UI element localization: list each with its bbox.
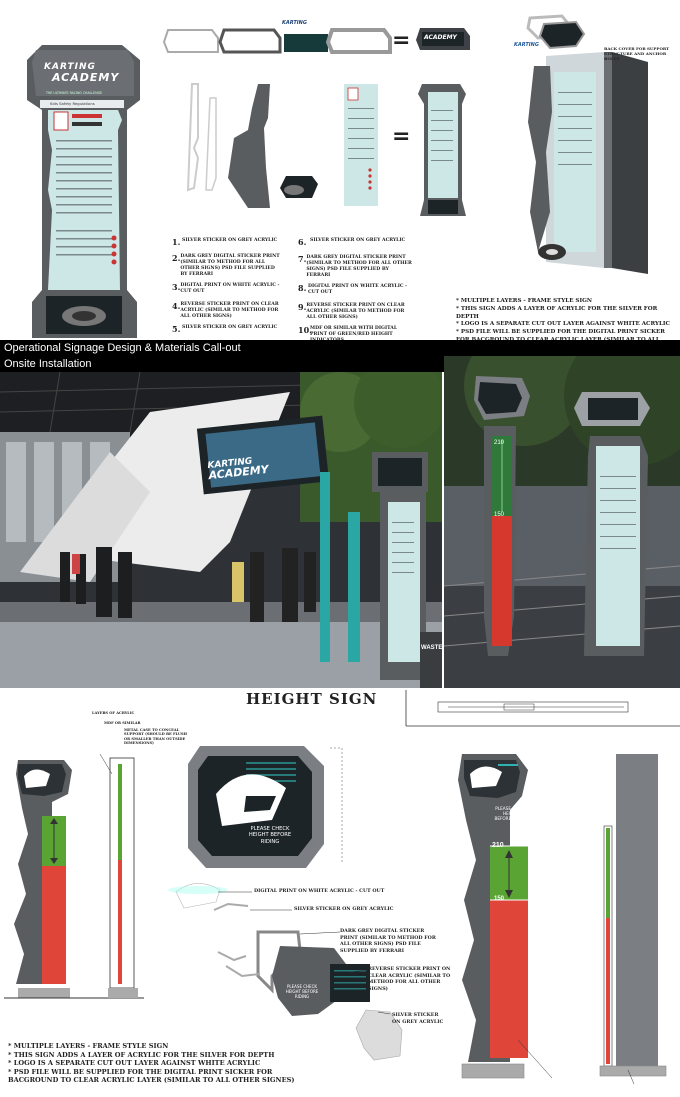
material-number: 2.: [172, 253, 181, 263]
header-layer-logo: KARTING: [282, 20, 328, 32]
callout-leader-lines: [218, 891, 390, 1015]
large-view-mark-150: 150: [494, 896, 505, 902]
material-number: 6.: [298, 237, 307, 247]
material-text: DIGITAL PRINT ON WHITE ACRYLIC - CUT OUT: [308, 284, 408, 295]
note-line: * MULTIPLE LAYERS - FRAME STYLE SIGN: [8, 1042, 169, 1050]
mdf-label: MDF OR SIMILAR: [104, 721, 141, 725]
large-view-check-text: PLEASE CHECK HEIGHT BEFORE RIDING: [494, 806, 528, 822]
height-sign-title: HEIGHT SIGN: [246, 690, 378, 708]
track-photo-mark-150: 150: [494, 512, 505, 518]
material-number: 3.: [172, 282, 181, 292]
notes-bottom: * MULTIPLE LAYERS - FRAME STYLE SIGN * T…: [8, 1042, 318, 1085]
section-caption-install: Onsite Installation: [4, 358, 92, 370]
material-text: REVERSE STICKER PRINT ON CLEAR ACRYLIC (…: [180, 302, 279, 319]
height-sign-header-detail: [188, 746, 343, 868]
material-number: 1.: [172, 237, 181, 247]
material-item: 2. DARK GREY DIGITAL STICKER PRINT (SIMIL…: [172, 253, 280, 278]
material-text: SILVER STICKER ON GREY ACRYLIC: [310, 238, 406, 243]
exploded-body-layers: [186, 83, 378, 208]
large-view-mark-210: 210: [492, 842, 504, 849]
note-line: * LOGO IS A SEPARATE CUT OUT LAYER AGAIN…: [456, 321, 670, 328]
installation-photo-track: [444, 356, 680, 688]
material-item: 6. SILVER STICKER ON GREY ACRYLIC: [298, 237, 412, 247]
materials-list-right: 6. SILVER STICKER ON GREY ACRYLIC 7. DARK …: [298, 237, 412, 344]
material-item: 9. REVERSE STICKER PRINT ON CLEAR ACRYLIC…: [298, 302, 412, 321]
render-logo-text: KARTING: [514, 42, 539, 48]
main-sign-logo: KARTING ACADEMY: [44, 62, 120, 88]
logo-line2: ACADEMY: [52, 71, 120, 84]
assembled-header-logo-text: ACADEMY: [424, 34, 457, 41]
header-check-text: PLEASE CHECK HEIGHT BEFORE RIDING: [248, 826, 292, 845]
equals-sign-2: =: [392, 124, 411, 149]
waste-bin-label: WASTE: [421, 645, 443, 651]
height-sign-large-view: [458, 754, 667, 1084]
material-text: DARK GREY DIGITAL STICKER PRINT (SIMILAR…: [306, 255, 412, 278]
back-cover-note: BACK COVER FOR SUPPORT STRUCTURE AND ANC…: [604, 46, 670, 61]
callout-silver-sticker-2: SILVER STICKER ON GREY ACRYLIC: [392, 1012, 444, 1025]
assembled-header-logo: ACADEMY: [424, 34, 457, 41]
material-text: DARK GREY DIGITAL STICKER PRINT (SIMILAR…: [180, 254, 280, 277]
material-item: 8. DIGITAL PRINT ON WHITE ACRYLIC - CUT O…: [298, 283, 412, 296]
rules-heading: Kids Safety Regulations: [50, 101, 95, 106]
material-number: 7.: [298, 254, 307, 264]
assembled-body-sign: [418, 84, 466, 216]
material-number: 8.: [298, 283, 307, 293]
note-line: * MULTIPLE LAYERS - FRAME STYLE SIGN: [456, 298, 592, 304]
material-item: 3. DIGITAL PRINT ON WHITE ACRYLIC - CUT O…: [172, 282, 280, 295]
main-sign-tagline: THE ULTIMATE RACING CHALLENGE: [46, 91, 103, 95]
material-item: 1. SILVER STICKER ON GREY ACRYLIC: [172, 237, 280, 247]
note-line: * PSD FILE WILL BE SUPPLIED FOR THE DIGI…: [8, 1067, 295, 1085]
material-text: REVERSE STICKER PRINT ON CLEAR ACRYLIC (…: [306, 303, 405, 320]
layers-label: LAYERS OF ACRYLIC: [92, 711, 135, 715]
materials-list-left: 1. SILVER STICKER ON GREY ACRYLIC 2. DARK …: [172, 237, 280, 334]
header-layer-logo-text: KARTING: [282, 20, 307, 26]
material-text: SILVER STICKER ON GREY ACRYLIC: [182, 325, 278, 330]
material-number: 5.: [172, 324, 181, 334]
note-line: * THIS SIGN ADDS A LAYER OF ACRYLIC FOR …: [456, 305, 658, 320]
note-line: * LOGO IS A SEPARATE CUT OUT LAYER AGAIN…: [8, 1059, 261, 1068]
material-text: DIGITAL PRINT ON WHITE ACRYLIC - CUT OUT: [180, 283, 280, 294]
note-line: * THIS SIGN ADDS A LAYER OF ACRYLIC FOR …: [8, 1050, 275, 1059]
installation-photo-venue: [0, 372, 442, 688]
material-item: 4. REVERSE STICKER PRINT ON CLEAR ACRYLIC…: [172, 301, 280, 320]
equals-sign-1: =: [392, 28, 411, 53]
height-sign-front-view: [4, 754, 144, 999]
material-text: SILVER STICKER ON GREY ACRYLIC: [182, 238, 278, 243]
metal-case-label: METAL CASE TO CONCEAL SUPPORT (SHOULD BE…: [124, 728, 187, 746]
track-photo-mark-210: 210: [494, 440, 505, 446]
height-sign-plan-view: [405, 690, 680, 727]
section-caption-design: Operational Signage Design & Materials C…: [4, 342, 241, 354]
material-item: 5. SILVER STICKER ON GREY ACRYLIC: [172, 324, 280, 334]
material-item: 7. DARK GREY DIGITAL STICKER PRINT (SIMIL…: [298, 254, 412, 279]
